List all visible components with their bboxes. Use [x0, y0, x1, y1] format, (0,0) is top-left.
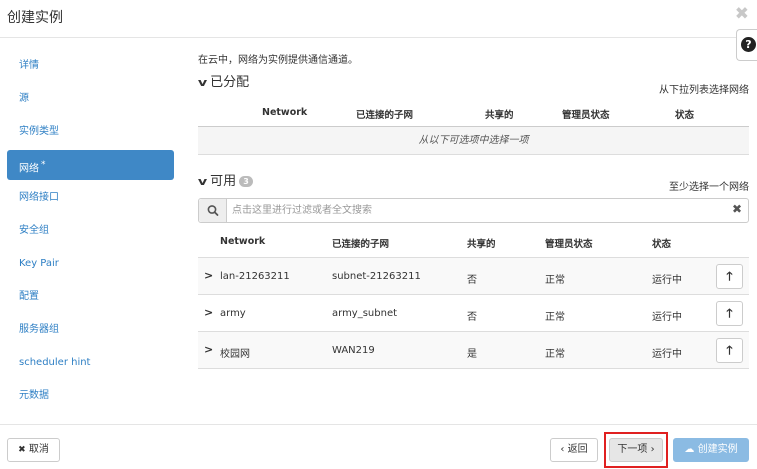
table-header-row: Network 已连接的子网 共享的 管理员状态 状态: [198, 227, 749, 257]
row-shared: 否: [467, 312, 477, 323]
column-header-admin-state: 管理员状态: [562, 110, 610, 121]
column-header-shared: 共享的: [467, 239, 496, 250]
required-marker: *: [41, 160, 46, 170]
expand-row-chevron-icon[interactable]: >: [204, 306, 213, 319]
wizard-sidebar: 详情 源 实例类型 网络 * 网络接口 安全组 Key Pair 配置 服务器组 …: [0, 38, 185, 422]
section-description: 在云中，网络为实例提供通信通道。: [198, 55, 358, 66]
sidebar-item-server-groups[interactable]: 服务器组: [7, 315, 174, 345]
create-instance-button[interactable]: ☁ 创建实例: [673, 438, 749, 462]
modal-footer: ✖ 取消 ‹ 返回 下一项 › ☁ 创建实例: [0, 424, 757, 469]
chevron-left-icon: ‹: [560, 444, 565, 455]
clear-search-icon[interactable]: ✖: [732, 202, 742, 216]
search-input[interactable]: [232, 202, 712, 218]
close-icon: ✖: [18, 445, 26, 455]
row-network: lan-21263211: [220, 271, 290, 282]
sidebar-item-network-ports[interactable]: 网络接口: [7, 183, 174, 213]
sidebar-item-scheduler-hint[interactable]: scheduler hint: [7, 348, 174, 378]
available-count-badge: 3: [239, 176, 253, 187]
available-title: 可用: [210, 174, 237, 189]
column-header-network: Network: [220, 236, 266, 247]
close-icon[interactable]: ✖: [735, 4, 749, 24]
column-header-status: 状态: [652, 239, 672, 250]
row-admin-state: 正常: [545, 275, 565, 286]
column-header-network: Network: [262, 107, 308, 118]
sidebar-item-source[interactable]: 源: [7, 84, 174, 114]
expand-row-chevron-icon[interactable]: >: [204, 343, 213, 356]
column-header-shared: 共享的: [485, 110, 514, 121]
sidebar-item-configuration[interactable]: 配置: [7, 282, 174, 312]
modal-title: 创建实例: [7, 10, 63, 26]
search-icon: [199, 199, 227, 222]
row-admin-state: 正常: [545, 349, 565, 360]
expand-row-chevron-icon[interactable]: >: [204, 269, 213, 282]
row-admin-state: 正常: [545, 312, 565, 323]
row-status: 运行中: [652, 312, 682, 323]
available-section-toggle[interactable]: v 可用 3: [197, 170, 253, 189]
allocate-arrow-up-button[interactable]: 🡑: [716, 338, 743, 363]
available-table: Network 已连接的子网 共享的 管理员状态 状态 > lan-212632…: [198, 227, 749, 369]
sidebar-item-metadata[interactable]: 元数据: [7, 381, 174, 411]
back-label: 返回: [567, 444, 588, 455]
sidebar-item-flavor[interactable]: 实例类型: [7, 117, 174, 147]
table-header-row: Network 已连接的子网 共享的 管理员状态 状态: [198, 99, 749, 127]
search-bar: ✖: [198, 198, 749, 223]
available-hint: 至少选择一个网络: [669, 182, 749, 193]
back-button[interactable]: ‹ 返回: [550, 438, 598, 462]
table-row: > lan-21263211 subnet-21263211 否 正常 运行中 …: [198, 257, 749, 294]
create-label: 创建实例: [697, 444, 738, 455]
row-subnet: army_subnet: [332, 308, 398, 319]
sidebar-item-networks[interactable]: 网络 *: [7, 150, 174, 180]
chevron-right-icon: ›: [650, 444, 655, 455]
row-shared: 是: [467, 349, 477, 360]
cancel-label: 取消: [28, 444, 49, 455]
sidebar-item-key-pair[interactable]: Key Pair: [7, 249, 174, 279]
empty-placeholder-row: 从以下可选项中选择一项: [198, 127, 749, 155]
cloud-upload-icon: ☁: [684, 444, 695, 455]
cancel-button[interactable]: ✖ 取消: [7, 438, 60, 462]
row-status: 运行中: [652, 349, 682, 360]
chevron-down-icon: v: [197, 175, 208, 188]
row-network: 校园网: [220, 349, 250, 360]
row-status: 运行中: [652, 275, 682, 286]
column-header-subnet: 已连接的子网: [332, 239, 390, 250]
row-network: army: [220, 308, 246, 319]
help-icon: ?: [741, 37, 756, 52]
sidebar-item-details[interactable]: 详情: [7, 51, 174, 81]
row-subnet: subnet-21263211: [332, 271, 421, 282]
column-header-subnet: 已连接的子网: [356, 110, 414, 121]
allocate-arrow-up-button[interactable]: 🡑: [716, 301, 743, 326]
allocated-section-toggle[interactable]: v 已分配: [197, 71, 250, 90]
modal-header: 创建实例 ✖: [0, 0, 757, 38]
row-subnet: WAN219: [332, 345, 375, 356]
help-button[interactable]: ?: [736, 29, 757, 61]
next-label: 下一项: [617, 444, 648, 455]
table-row: > 校园网 WAN219 是 正常 运行中 🡑: [198, 331, 749, 368]
allocated-hint: 从下拉列表选择网络: [659, 85, 749, 96]
table-row: > army army_subnet 否 正常 运行中 🡑: [198, 294, 749, 331]
column-header-admin-state: 管理员状态: [545, 239, 593, 250]
allocated-table: Network 已连接的子网 共享的 管理员状态 状态 从以下可选项中选择一项: [198, 99, 749, 155]
column-header-status: 状态: [675, 110, 695, 121]
sidebar-item-label: 网络: [19, 163, 39, 175]
row-shared: 否: [467, 275, 477, 286]
sidebar-item-security-groups[interactable]: 安全组: [7, 216, 174, 246]
chevron-down-icon: v: [197, 76, 208, 89]
allocated-title: 已分配: [210, 75, 250, 90]
next-button[interactable]: 下一项 ›: [609, 438, 663, 462]
allocate-arrow-up-button[interactable]: 🡑: [716, 264, 743, 289]
